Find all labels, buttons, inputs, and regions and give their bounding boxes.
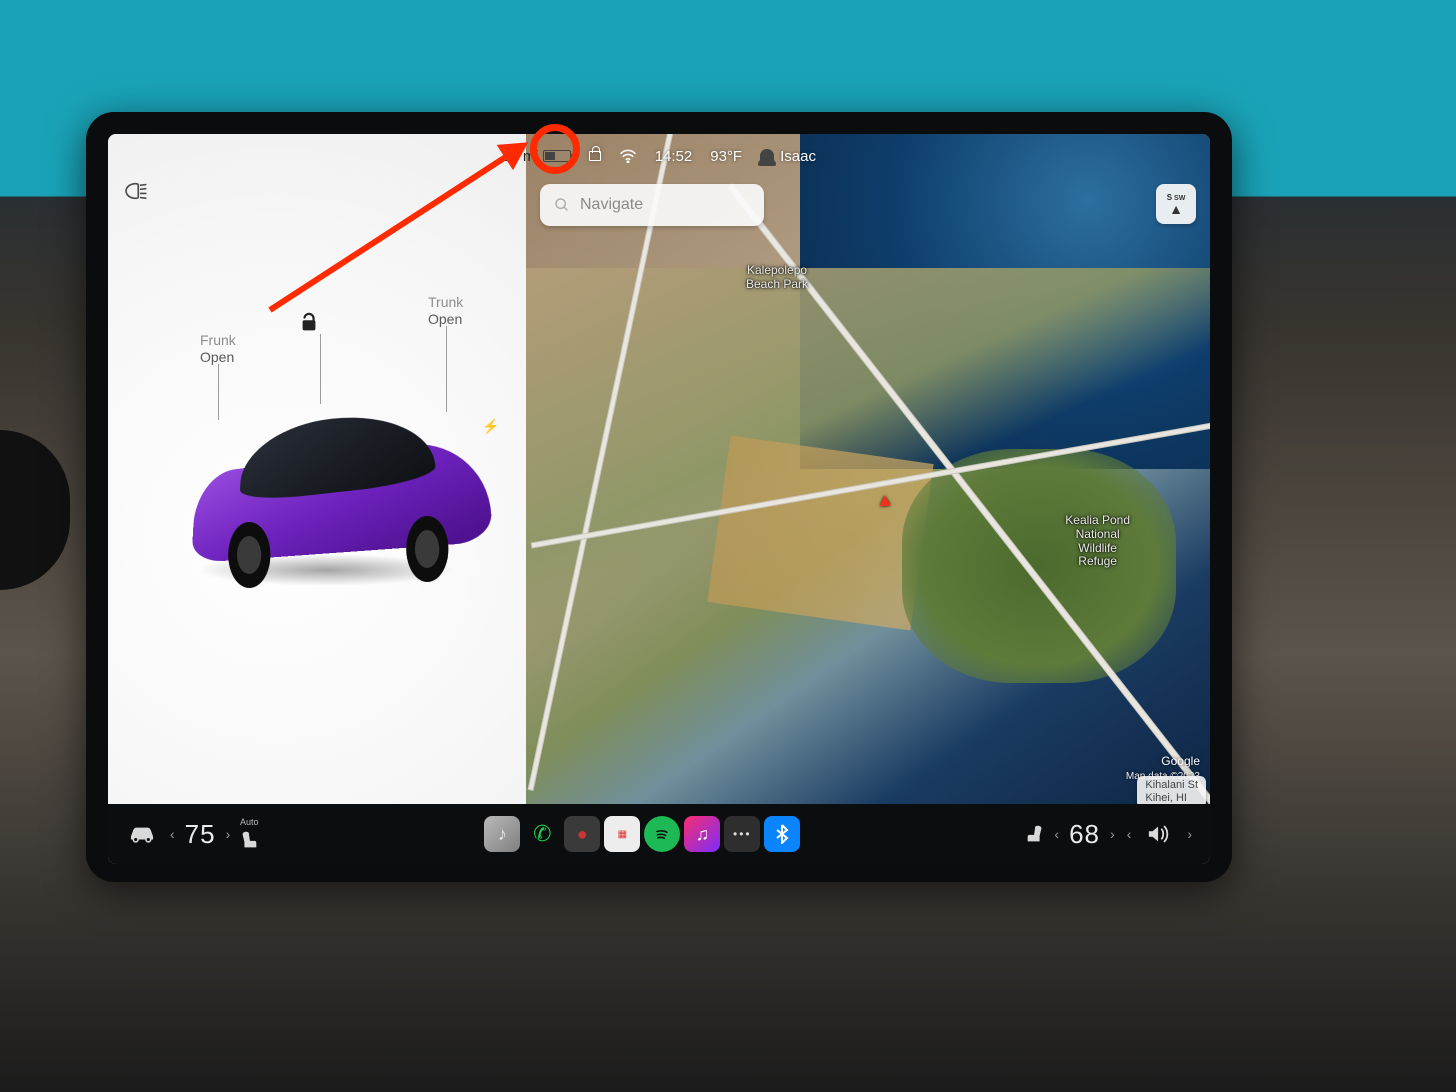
car-controls-button[interactable]	[122, 814, 162, 854]
compass-arrow-icon: ▲	[1169, 202, 1183, 216]
map-label-refuge: Kealia PondNationalWildlifeRefuge	[1065, 514, 1130, 569]
wifi-icon[interactable]	[619, 149, 637, 163]
driver-temp-control: ‹ 75 ›	[166, 819, 234, 850]
street-callout[interactable]: Kihalani St Kihei, HI	[1137, 776, 1206, 804]
street-name: Kihalani St	[1145, 779, 1198, 792]
profile-name: Isaac	[780, 148, 816, 165]
driver-temp-value[interactable]: 75	[185, 819, 216, 850]
passenger-temp-control: ‹ 68 ›	[1050, 819, 1118, 850]
gps-marker-icon: ▲	[875, 489, 895, 511]
navigate-search[interactable]: Navigate	[540, 184, 764, 226]
compass-button[interactable]: S SW ▲	[1156, 184, 1196, 224]
calendar-icon: ▦	[618, 829, 627, 840]
street-city: Kihei, HI	[1145, 792, 1198, 804]
driver-temp-down[interactable]: ‹	[166, 826, 179, 842]
headlight-icon[interactable]	[122, 180, 148, 207]
app-spotify[interactable]	[644, 816, 680, 852]
clock[interactable]: 14:52	[655, 148, 693, 165]
passenger-temp-down[interactable]: ‹	[1050, 826, 1063, 842]
frunk-button[interactable]: Frunk Open	[200, 332, 236, 366]
seat-heat-icon	[1024, 823, 1046, 845]
map-field	[707, 435, 934, 629]
trunk-button[interactable]: Trunk Open	[428, 294, 463, 328]
app-phone[interactable]: ✆	[524, 816, 560, 852]
volume-icon	[1147, 823, 1171, 845]
seat-heat-icon	[238, 829, 260, 851]
passenger-seat-heat[interactable]	[1024, 823, 1046, 845]
map-vegetation	[902, 449, 1176, 684]
lock-status-icon[interactable]	[589, 148, 601, 165]
touchscreen: Frunk Open Trunk Open ⚡	[108, 134, 1210, 864]
app-apple-music[interactable]: ♫	[684, 816, 720, 852]
profile-icon	[760, 149, 774, 163]
record-icon: ●	[577, 824, 588, 845]
passenger-temp-value[interactable]: 68	[1069, 819, 1100, 850]
driver-profile[interactable]: Isaac	[760, 148, 816, 165]
touchscreen-bezel: Frunk Open Trunk Open ⚡	[86, 112, 1232, 882]
vehicle-panel: Frunk Open Trunk Open ⚡	[108, 134, 526, 804]
driver-seat-heat[interactable]: Auto	[238, 817, 260, 851]
annotation-circle	[530, 124, 580, 174]
search-icon	[554, 197, 570, 213]
bluetooth-icon	[775, 824, 789, 844]
passenger-temp-up[interactable]: ›	[1106, 826, 1119, 842]
phone-icon: ✆	[533, 821, 551, 847]
map-panel[interactable]: Navigate S SW ▲ KalepolepoBeach Park Kea…	[526, 134, 1210, 804]
map-credit: Google	[1161, 754, 1200, 768]
volume-down[interactable]: ‹	[1123, 826, 1136, 842]
outside-temperature[interactable]: 93°F	[710, 148, 742, 165]
app-dashcam[interactable]: ●	[564, 816, 600, 852]
bottom-app-bar: ‹ 75 › Auto ♪ ✆ ● ▦ ♫ •••	[108, 804, 1210, 864]
driver-temp-up[interactable]: ›	[222, 826, 235, 842]
spotify-icon	[652, 824, 672, 844]
apple-music-icon: ♫	[696, 824, 710, 845]
front-wheel	[228, 521, 270, 588]
rear-wheel	[406, 515, 448, 582]
music-note-icon: ♪	[498, 824, 507, 845]
seat-heat-mode: Auto	[240, 817, 259, 827]
volume-up[interactable]: ›	[1183, 826, 1196, 842]
frunk-title: Frunk	[200, 332, 236, 349]
app-calendar[interactable]: ▦	[604, 816, 640, 852]
navigate-placeholder: Navigate	[580, 196, 643, 214]
volume-button[interactable]	[1139, 814, 1179, 854]
trunk-title: Trunk	[428, 294, 463, 311]
unlock-icon[interactable]	[298, 312, 320, 339]
app-music[interactable]: ♪	[484, 816, 520, 852]
app-bluetooth[interactable]	[764, 816, 800, 852]
car-visualization[interactable]	[156, 394, 496, 594]
more-icon: •••	[733, 827, 752, 841]
app-launcher[interactable]: •••	[724, 816, 760, 852]
status-bar: 84 mi 14:52 93°F Isaac	[108, 134, 1210, 178]
map-label-beach-park: KalepolepoBeach Park	[746, 264, 808, 292]
